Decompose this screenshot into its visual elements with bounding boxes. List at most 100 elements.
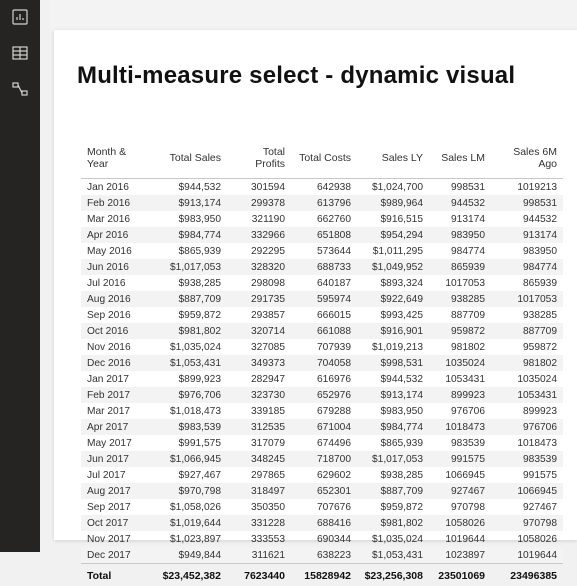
table-cell: Jul 2016 <box>81 275 155 291</box>
table-icon[interactable] <box>11 44 29 62</box>
total-cell: $23,452,382 <box>155 564 227 586</box>
table-cell: 312535 <box>227 419 291 435</box>
column-header[interactable]: Total Costs <box>291 142 357 179</box>
table-cell: 293857 <box>227 307 291 323</box>
table-cell: 913174 <box>429 211 491 227</box>
table-cell: Jan 2016 <box>81 179 155 196</box>
table-cell: 688733 <box>291 259 357 275</box>
table-cell: 887709 <box>491 323 563 339</box>
table-cell: $1,058,026 <box>155 499 227 515</box>
total-cell: 23501069 <box>429 564 491 586</box>
table-cell: 991575 <box>491 467 563 483</box>
table-cell: 651808 <box>291 227 357 243</box>
report-canvas: Multi-measure select - dynamic visual Mo… <box>50 0 577 544</box>
table-cell: $981,802 <box>155 323 227 339</box>
table-cell: $887,709 <box>155 291 227 307</box>
table-cell: 573644 <box>291 243 357 259</box>
table-cell: 348245 <box>227 451 291 467</box>
table-row[interactable]: Apr 2017$983,539312535671004$984,7741018… <box>81 419 563 435</box>
table-cell: 1018473 <box>491 435 563 451</box>
table-cell: $944,532 <box>155 179 227 196</box>
table-cell: 629602 <box>291 467 357 483</box>
table-cell: 349373 <box>227 355 291 371</box>
table-row[interactable]: Oct 2017$1,019,644331228688416$981,80210… <box>81 515 563 531</box>
table-row[interactable]: May 2016$865,939292295573644$1,011,29598… <box>81 243 563 259</box>
table-row[interactable]: Apr 2016$984,774332966651808$954,2949839… <box>81 227 563 243</box>
table-row[interactable]: Jun 2017$1,066,945348245718700$1,017,053… <box>81 451 563 467</box>
table-row[interactable]: Aug 2016$887,709291735595974$922,6499382… <box>81 291 563 307</box>
table-cell: Sep 2016 <box>81 307 155 323</box>
column-header[interactable]: Month & Year <box>81 142 155 179</box>
table-cell: $1,035,024 <box>357 531 429 547</box>
table-cell: Jul 2017 <box>81 467 155 483</box>
table-cell: 652301 <box>291 483 357 499</box>
report-page: Multi-measure select - dynamic visual Mo… <box>54 30 577 540</box>
column-header[interactable]: Total Sales <box>155 142 227 179</box>
table-cell: 1017053 <box>491 291 563 307</box>
table-row[interactable]: Jun 2016$1,017,053328320688733$1,049,952… <box>81 259 563 275</box>
chart-bar-icon[interactable] <box>11 8 29 26</box>
table-cell: 998531 <box>491 195 563 211</box>
table-row[interactable]: Sep 2016$959,872293857666015$993,4258877… <box>81 307 563 323</box>
total-cell: 7623440 <box>227 564 291 586</box>
table-row[interactable]: Jul 2016$938,285298098640187$893,3241017… <box>81 275 563 291</box>
table-cell: 1066945 <box>491 483 563 499</box>
table-cell: Apr 2016 <box>81 227 155 243</box>
table-cell: 899923 <box>429 387 491 403</box>
table-cell: 959872 <box>491 339 563 355</box>
table-cell: 688416 <box>291 515 357 531</box>
column-header[interactable]: Sales 6M Ago <box>491 142 563 179</box>
table-cell: $1,023,897 <box>155 531 227 547</box>
table-cell: 671004 <box>291 419 357 435</box>
app-sidebar <box>0 0 40 552</box>
table-row[interactable]: Dec 2016$1,053,431349373704058$998,53110… <box>81 355 563 371</box>
table-row[interactable]: Jan 2016$944,532301594642938$1,024,70099… <box>81 179 563 196</box>
table-cell: 674496 <box>291 435 357 451</box>
table-row[interactable]: Nov 2016$1,035,024327085707939$1,019,213… <box>81 339 563 355</box>
table-cell: Dec 2016 <box>81 355 155 371</box>
table-cell: Mar 2017 <box>81 403 155 419</box>
table-cell: 332966 <box>227 227 291 243</box>
table-cell: Sep 2017 <box>81 499 155 515</box>
table-row[interactable]: Aug 2017$970,798318497652301$887,7099274… <box>81 483 563 499</box>
table-cell: 350350 <box>227 499 291 515</box>
table-row[interactable]: Sep 2017$1,058,026350350707676$959,87297… <box>81 499 563 515</box>
table-row[interactable]: May 2017$991,575317079674496$865,9399835… <box>81 435 563 451</box>
table-row[interactable]: Mar 2017$1,018,473339185679288$983,95097… <box>81 403 563 419</box>
table-row[interactable]: Nov 2017$1,023,897333553690344$1,035,024… <box>81 531 563 547</box>
table-row[interactable]: Jan 2017$899,923282947616976$944,5321053… <box>81 371 563 387</box>
table-cell: 595974 <box>291 291 357 307</box>
table-cell: $959,872 <box>155 307 227 323</box>
table-cell: $893,324 <box>357 275 429 291</box>
table-row[interactable]: Mar 2016$983,950321190662760$916,5159131… <box>81 211 563 227</box>
total-cell: $23,256,308 <box>357 564 429 586</box>
table-cell: 707676 <box>291 499 357 515</box>
table-cell: Aug 2016 <box>81 291 155 307</box>
table-cell: Feb 2017 <box>81 387 155 403</box>
table-cell: 652976 <box>291 387 357 403</box>
table-cell: 976706 <box>429 403 491 419</box>
table-cell: 983950 <box>491 243 563 259</box>
table-cell: 327085 <box>227 339 291 355</box>
table-cell: 1035024 <box>429 355 491 371</box>
table-cell: Dec 2017 <box>81 547 155 564</box>
table-cell: $991,575 <box>155 435 227 451</box>
table-row[interactable]: Jul 2017$927,467297865629602$938,2851066… <box>81 467 563 483</box>
table-cell: $954,294 <box>357 227 429 243</box>
table-cell: 913174 <box>491 227 563 243</box>
table-cell: 1053431 <box>491 387 563 403</box>
table-cell: 991575 <box>429 451 491 467</box>
table-row[interactable]: Feb 2017$976,706323730652976$913,1748999… <box>81 387 563 403</box>
column-header[interactable]: Sales LM <box>429 142 491 179</box>
column-header[interactable]: Sales LY <box>357 142 429 179</box>
table-row[interactable]: Feb 2016$913,174299378613796$989,9649445… <box>81 195 563 211</box>
table-row[interactable]: Oct 2016$981,802320714661088$916,9019598… <box>81 323 563 339</box>
table-cell: 297865 <box>227 467 291 483</box>
model-view-icon[interactable] <box>11 80 29 98</box>
table-cell: 983950 <box>429 227 491 243</box>
table-row[interactable]: Dec 2017$949,844311621638223$1,053,43110… <box>81 547 563 564</box>
table-cell: $981,802 <box>357 515 429 531</box>
table-cell: 899923 <box>491 403 563 419</box>
column-header[interactable]: Total Profits <box>227 142 291 179</box>
matrix-visual[interactable]: Month & YearTotal SalesTotal ProfitsTota… <box>81 142 561 586</box>
